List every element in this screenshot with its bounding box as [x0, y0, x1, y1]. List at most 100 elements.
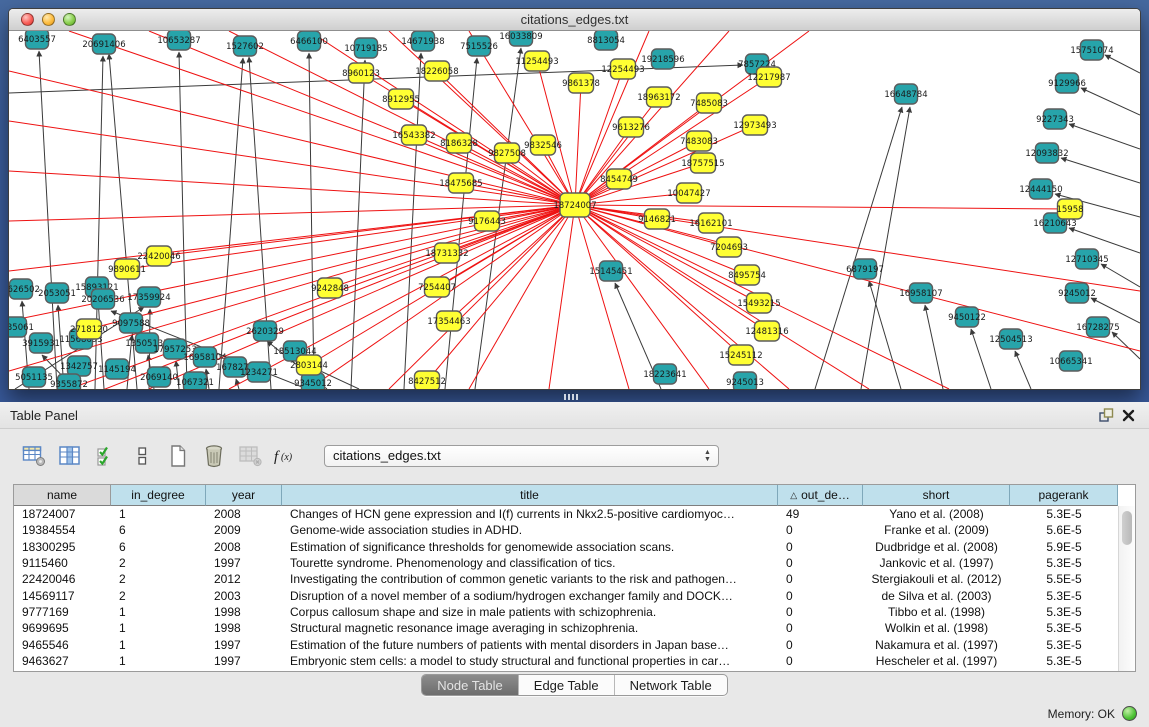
scrollbar-thumb[interactable] — [1122, 511, 1132, 545]
graph-edge[interactable] — [1101, 264, 1140, 287]
graph-node-label: 15958 — [1056, 205, 1083, 215]
close-window-button[interactable] — [21, 13, 34, 26]
table-row[interactable]: 946554611997Estimation of the future num… — [14, 636, 1135, 652]
column-header-title[interactable]: title — [282, 485, 778, 506]
graph-node-label: 9146821 — [638, 215, 676, 225]
row-height-icon[interactable] — [128, 443, 155, 469]
show-columns-icon[interactable] — [56, 443, 83, 469]
graph-edge[interactable] — [127, 205, 575, 269]
graph-edge[interactable] — [575, 205, 869, 389]
graph-edge[interactable] — [549, 205, 575, 389]
graph-edge[interactable] — [971, 329, 991, 389]
table-cell: 0 — [778, 540, 863, 554]
graph-node-label: 16033809 — [499, 32, 542, 42]
graph-node-label: 12444150 — [1019, 185, 1062, 195]
float-panel-icon[interactable] — [1095, 406, 1117, 424]
function-builder-icon[interactable]: f (x) — [272, 443, 299, 469]
graph-edge[interactable] — [869, 281, 901, 389]
table-row[interactable]: 977716911998Corpus callosum shape and si… — [14, 604, 1135, 620]
table-toolbar: f (x) citations_edges.txt ▲▼ — [0, 429, 1149, 482]
graph-edge[interactable] — [309, 53, 314, 389]
combo-stepper-icon[interactable]: ▲▼ — [703, 449, 712, 463]
new-column-icon[interactable] — [164, 443, 191, 469]
graph-edge[interactable] — [1081, 88, 1140, 115]
graph-edge[interactable] — [469, 205, 575, 389]
graph-node-label: 2053051 — [38, 289, 76, 299]
graph-node-label: 9890611 — [108, 265, 146, 275]
table-cell: 5.9E-5 — [1010, 540, 1118, 554]
graph-node-label: 1067321 — [176, 378, 214, 388]
graph-node-label: 19218596 — [641, 55, 684, 65]
delete-column-icon[interactable] — [200, 443, 227, 469]
graph-node-label: 9832546 — [524, 141, 562, 151]
table-cell: 0 — [778, 621, 863, 635]
graph-edge[interactable] — [1061, 158, 1140, 183]
graph-edge[interactable] — [925, 305, 943, 389]
table-row[interactable]: 969969511998Structural magnetic resonanc… — [14, 620, 1135, 636]
graph-edge[interactable] — [861, 107, 910, 389]
graph-node-label: 12481316 — [745, 327, 788, 337]
panel-splitter-handle[interactable] — [564, 394, 578, 400]
node-table: namein_degreeyeartitle△out_de…shortpager… — [13, 484, 1136, 672]
graph-node-label: 9450122 — [948, 313, 986, 323]
graph-node-label: 1234271 — [240, 368, 278, 378]
table-row[interactable]: 1872400712008Changes of HCN gene express… — [14, 506, 1135, 522]
table-cell: 5.3E-5 — [1010, 556, 1118, 570]
table-mode-icon[interactable] — [20, 443, 47, 469]
graph-node-label: 8960123 — [342, 69, 380, 79]
tab-node-table[interactable]: Node Table — [422, 675, 519, 695]
table-cell: Franke et al. (2009) — [863, 523, 1010, 537]
window-titlebar[interactable]: citations_edges.txt — [9, 9, 1140, 31]
table-tabs-row: Node TableEdge TableNetwork Table — [0, 674, 1149, 696]
table-row[interactable]: 2242004622012Investigating the contribut… — [14, 571, 1135, 587]
graph-node-label: 15245112 — [719, 351, 762, 361]
graph-node-label: 10719185 — [344, 44, 387, 54]
column-header-out_de[interactable]: △out_de… — [778, 485, 863, 506]
minimize-window-button[interactable] — [42, 13, 55, 26]
table-selector-combo[interactable]: citations_edges.txt ▲▼ — [324, 445, 719, 467]
table-cell: Structural magnetic resonance image aver… — [282, 621, 778, 635]
table-row[interactable]: 1938455462009Genome-wide association stu… — [14, 522, 1135, 538]
column-header-year[interactable]: year — [206, 485, 282, 506]
memory-status-icon[interactable] — [1122, 706, 1137, 721]
table-cell: 1997 — [206, 638, 282, 652]
graph-node-label: 18757515 — [681, 159, 724, 169]
citation-network-graph: 6403557206914061065328715276026466100107… — [9, 31, 1140, 389]
graph-node-label: 10665341 — [1049, 357, 1092, 367]
table-cell: Yano et al. (2008) — [863, 507, 1010, 521]
graph-edge[interactable] — [1069, 124, 1140, 149]
sort-ascending-icon: △ — [790, 490, 797, 501]
column-header-in_degree[interactable]: in_degree — [111, 485, 206, 506]
graph-edge[interactable] — [9, 71, 575, 205]
graph-edge[interactable] — [575, 83, 581, 205]
tab-edge-table[interactable]: Edge Table — [519, 675, 615, 695]
table-row[interactable]: 1830029562008Estimation of significance … — [14, 539, 1135, 555]
network-canvas[interactable]: 6403557206914061065328715276026466100107… — [9, 31, 1140, 389]
close-panel-icon[interactable] — [1117, 406, 1139, 424]
table-row[interactable]: 946362711997Embryonic stem cells: a mode… — [14, 653, 1135, 669]
delete-table-icon — [236, 443, 263, 469]
tab-network-table[interactable]: Network Table — [615, 675, 727, 695]
graph-edge[interactable] — [229, 205, 575, 389]
graph-node-label: 7485083 — [690, 99, 728, 109]
zoom-window-button[interactable] — [63, 13, 76, 26]
select-checks-icon[interactable] — [92, 443, 119, 469]
graph-edge[interactable] — [1112, 332, 1140, 359]
table-cell: Tibbo et al. (1998) — [863, 605, 1010, 619]
table-row[interactable]: 1456911722003Disruption of a novel membe… — [14, 587, 1135, 603]
table-row[interactable]: 911546021997Tourette syndrome. Phenomeno… — [14, 555, 1135, 571]
column-header-name[interactable]: name — [14, 485, 111, 506]
graph-node-label: 18724007 — [553, 201, 596, 211]
graph-edge[interactable] — [9, 121, 575, 205]
graph-edge[interactable] — [1015, 351, 1031, 389]
table-cell: 2008 — [206, 540, 282, 554]
column-header-short[interactable]: short — [863, 485, 1010, 506]
table-cell: 1997 — [206, 654, 282, 668]
table-cell: 5.3E-5 — [1010, 507, 1118, 521]
table-panel-title: Table Panel — [10, 408, 78, 423]
column-header-pagerank[interactable]: pagerank — [1010, 485, 1118, 506]
graph-edge[interactable] — [1105, 55, 1140, 73]
graph-edge[interactable] — [351, 60, 365, 389]
table-vertical-scrollbar[interactable] — [1118, 506, 1135, 671]
network-view-window[interactable]: citations_edges.txt 64035572069140610653… — [8, 8, 1141, 390]
